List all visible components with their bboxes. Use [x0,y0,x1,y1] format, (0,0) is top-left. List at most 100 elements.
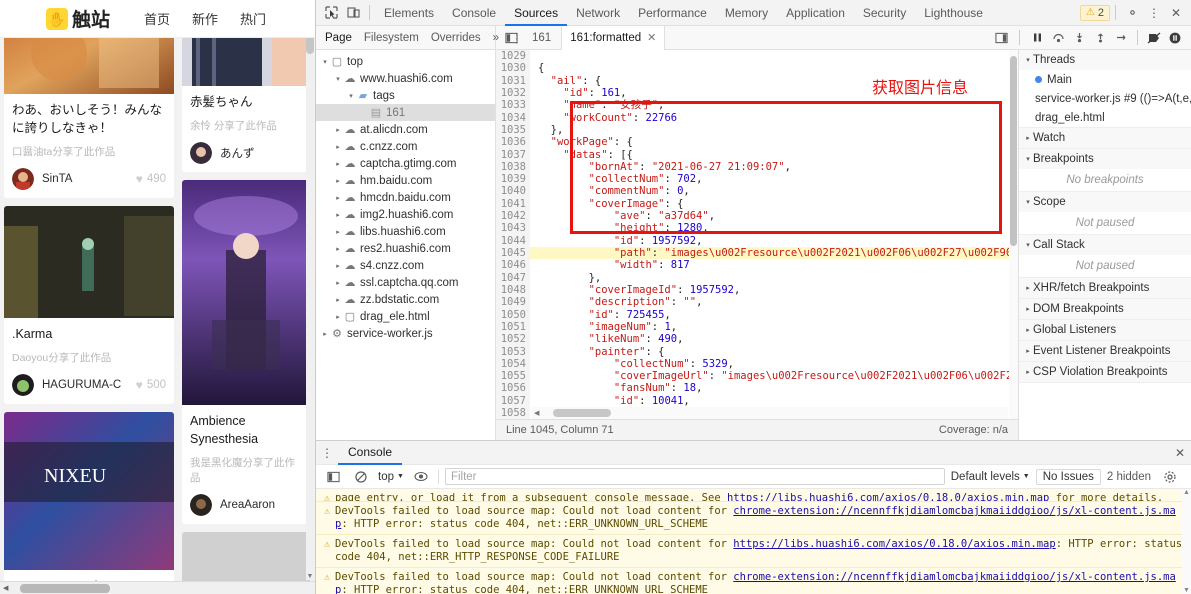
console-log-levels-selector[interactable]: Default levels ▼ [951,471,1030,483]
feed-card[interactable]: .Karma Daoyou分享了此作品 HAGURUMA-C ♥ 500 [4,206,174,405]
dom-breakpoints-header[interactable]: ▸ DOM Breakpoints [1019,299,1191,319]
tree-item-s4-cnzz-com[interactable]: ▸ ☁ s4.cnzz.com [316,257,495,274]
step-out-icon[interactable] [1090,28,1110,48]
card-author[interactable]: HAGURUMA-C [12,374,121,397]
nav-item-home[interactable]: 首页 [144,9,170,28]
card-author[interactable]: AreaAaron [190,494,275,517]
console-settings-icon[interactable] [1159,466,1181,488]
code-viewport[interactable]: 1029 1030{ 1031 "ail": { 1032 "id": 161,… [496,50,1018,419]
scope-header[interactable]: ▾ Scope [1019,192,1191,212]
page-vertical-scrollbar[interactable]: ▲ ▼ [306,2,314,580]
tab-security[interactable]: Security [854,0,915,26]
chevron-right-icon[interactable]: ▸ [333,177,343,185]
navigator-tab-overrides[interactable]: Overrides [426,32,486,44]
drawer-tab-strip[interactable]: ⋮ Console ✕ [316,441,1191,465]
device-toolbar-icon[interactable] [342,2,364,24]
console-message-link[interactable]: chrome-extension://ncennffkjdiamlomcbajk… [335,571,1176,594]
page-horizontal-scrollbar[interactable]: ◀ [0,581,315,594]
tree-item-res2-huashi6-com[interactable]: ▸ ☁ res2.huashi6.com [316,240,495,257]
code-hscroll-thumb[interactable] [553,409,612,417]
pause-resume-icon[interactable] [1027,28,1047,48]
tab-application[interactable]: Application [777,0,854,26]
chevron-down-icon[interactable]: ▾ [320,58,330,66]
live-expression-icon[interactable] [410,466,432,488]
console-message-link[interactable]: https://libs.huashi6.com/axios/0.18.0/ax… [727,492,1049,501]
chevron-right-icon[interactable]: ▸ [333,228,343,236]
global-listeners-section[interactable]: ▸ Global Listeners [1019,320,1191,341]
thread-item-main[interactable]: Main [1019,70,1191,89]
event-listener-breakpoints-section[interactable]: ▸ Event Listener Breakpoints [1019,341,1191,362]
watch-header[interactable]: ▸ Watch [1019,128,1191,148]
code-content[interactable]: 1029 1030{ 1031 "ail": { 1032 "id": 161,… [496,50,1018,419]
chevron-right-icon[interactable]: ▸ [333,160,343,168]
navigator-tab-strip[interactable]: Page Filesystem Overrides » ⋮ [316,26,523,49]
watch-section[interactable]: ▸ Watch [1019,128,1191,149]
feed-card[interactable]: NIXEU New Patreon Tier : S P O N S O R [4,412,174,594]
nav-item-hot[interactable]: 热门 [240,9,266,28]
tab-lighthouse[interactable]: Lighthouse [915,0,992,26]
threads-section[interactable]: ▾ Threads Main service-worker.js #9 (()=… [1019,50,1191,128]
threads-header[interactable]: ▾ Threads [1019,50,1191,70]
debugger-controls[interactable] [1027,28,1191,48]
chevron-right-icon[interactable]: ▸ [333,262,343,270]
breakpoints-section[interactable]: ▾ Breakpoints No breakpoints [1019,149,1191,192]
chevron-right-icon[interactable]: ▸ [333,126,343,134]
tree-item-c-cnzz-com[interactable]: ▸ ☁ c.cnzz.com [316,138,495,155]
thread-item-service-worker[interactable]: service-worker.js #9 (()=>A(t,e,r)) [1019,89,1191,108]
event-listener-breakpoints-header[interactable]: ▸ Event Listener Breakpoints [1019,341,1191,361]
global-listeners-header[interactable]: ▸ Global Listeners [1019,320,1191,340]
chevron-right-icon[interactable]: ▸ [333,279,343,287]
chevron-down-icon[interactable]: ▾ [346,92,356,100]
breakpoints-header[interactable]: ▾ Breakpoints [1019,149,1191,169]
gear-icon[interactable] [1121,2,1143,24]
callstack-header[interactable]: ▾ Call Stack [1019,235,1191,255]
tree-item-hm-baidu-com[interactable]: ▸ ☁ hm.baidu.com [316,172,495,189]
devtools-tab-strip[interactable]: Elements Console Sources Network Perform… [375,0,1080,26]
code-scroll-thumb[interactable] [1010,56,1017,246]
dom-breakpoints-section[interactable]: ▸ DOM Breakpoints [1019,299,1191,320]
close-icon[interactable]: ✕ [1165,2,1187,24]
xhr-breakpoints-header[interactable]: ▸ XHR/fetch Breakpoints [1019,278,1191,298]
tab-memory[interactable]: Memory [716,0,777,26]
tree-item-ssl-captcha-qq-com[interactable]: ▸ ☁ ssl.captcha.qq.com [316,274,495,291]
tree-item-www-huashi6-com[interactable]: ▾ ☁ www.huashi6.com [316,70,495,87]
tab-console[interactable]: Console [443,0,505,26]
tree-item-drag-ele-html[interactable]: ▸ ▢ drag_ele.html [316,308,495,325]
chevron-right-icon[interactable]: ▸ [333,313,343,321]
scope-section[interactable]: ▾ Scope Not paused [1019,192,1191,235]
site-nav[interactable]: 首页 新作 热门 [144,9,266,28]
tree-item-tags[interactable]: ▾ ▰ tags [316,87,495,104]
console-issues-button[interactable]: No Issues [1035,468,1101,485]
tab-network[interactable]: Network [567,0,629,26]
console-context-selector[interactable]: top ▼ [378,471,404,483]
feed-card[interactable]: Ambience Synesthesia 我是黑化魔分享了此作品 AreaAar… [182,180,310,525]
code-horizontal-scrollbar[interactable]: ◀ [532,407,1008,419]
pause-on-exceptions-icon[interactable] [1165,28,1185,48]
xhr-breakpoints-section[interactable]: ▸ XHR/fetch Breakpoints [1019,278,1191,299]
navigator-tab-page[interactable]: Page [320,32,357,44]
deactivate-breakpoints-icon[interactable] [1144,28,1164,48]
tree-item-zz-bdstatic-com[interactable]: ▸ ☁ zz.bdstatic.com [316,291,495,308]
step-icon[interactable] [1111,28,1131,48]
drawer-close-icon[interactable]: ✕ [1169,442,1191,464]
scroll-left-arrow[interactable]: ◀ [3,584,8,592]
console-message-list[interactable]: ⚠ page entry, or load it from a subsequen… [316,489,1191,594]
chevron-right-icon[interactable]: ▸ [320,330,330,338]
console-message-link[interactable]: chrome-extension://ncennffkjdiamlomcbajk… [335,505,1176,530]
chevron-right-icon[interactable]: ▸ [333,211,343,219]
console-sidebar-icon[interactable] [322,466,344,488]
console-message-link[interactable]: https://libs.huashi6.com/axios/0.18.0/ax… [733,538,1055,550]
csp-violation-breakpoints-section[interactable]: ▸ CSP Violation Breakpoints [1019,362,1191,383]
file-tab-161-formatted[interactable]: 161:formatted ✕ [561,25,666,50]
console-vertical-scrollbar[interactable]: ▲ ▼ [1182,489,1191,594]
callstack-section[interactable]: ▾ Call Stack Not paused [1019,235,1191,278]
tab-sources[interactable]: Sources [505,0,567,26]
tree-item-at-alicdn-com[interactable]: ▸ ☁ at.alicdn.com [316,121,495,138]
step-over-icon[interactable] [1048,28,1068,48]
chevron-right-icon[interactable]: ▸ [333,194,343,202]
show-navigator-icon[interactable] [500,27,522,49]
feed-card[interactable]: 赤髪ちゃん 余怜 分享了此作品 あんず [182,30,310,173]
drawer-tab-console[interactable]: Console [338,441,402,465]
chevron-right-icon[interactable]: ▸ [333,245,343,253]
scroll-left-arrow[interactable]: ◀ [534,409,539,417]
